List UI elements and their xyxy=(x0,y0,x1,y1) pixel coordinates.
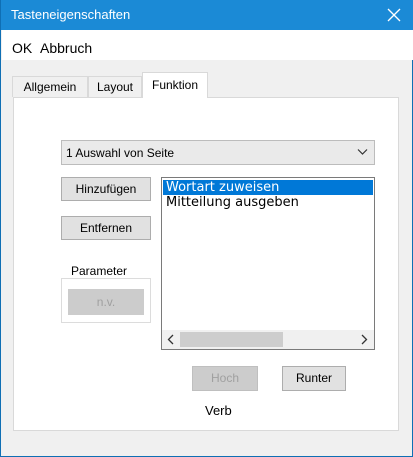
scrollbar-thumb[interactable] xyxy=(180,332,283,347)
menu-ok[interactable]: OK xyxy=(12,40,32,56)
parameter-group-label: Parameter xyxy=(69,264,130,278)
menu-bar: OK Abbruch xyxy=(2,30,413,60)
list-item[interactable]: Mitteilung ausgeben xyxy=(163,195,373,210)
up-button[interactable]: Hoch xyxy=(192,366,258,391)
properties-dialog: Tasteneigenschaften OK Abbruch Allgemein… xyxy=(0,0,413,457)
action-list[interactable]: Wortart zuweisen Mitteilung ausgeben xyxy=(161,177,375,350)
tab-funktion[interactable]: Funktion xyxy=(142,72,208,98)
remove-button[interactable]: Entfernen xyxy=(61,216,151,240)
chevron-down-icon xyxy=(357,149,368,155)
chevron-left-icon[interactable] xyxy=(167,334,175,345)
close-icon xyxy=(387,8,401,22)
selection-combo[interactable]: 1 Auswahl von Seite xyxy=(61,140,375,165)
parameter-button[interactable]: n.v. xyxy=(68,289,144,315)
tab-allgemein[interactable]: Allgemein xyxy=(12,76,88,97)
menu-cancel[interactable]: Abbruch xyxy=(40,40,92,56)
list-item[interactable]: Wortart zuweisen xyxy=(163,180,373,195)
tab-layout[interactable]: Layout xyxy=(88,76,142,97)
window-title: Tasteneigenschaften xyxy=(11,7,131,22)
title-bar: Tasteneigenschaften xyxy=(1,0,413,30)
close-button[interactable] xyxy=(374,0,413,30)
chevron-right-icon[interactable] xyxy=(360,334,368,345)
add-button[interactable]: Hinzufügen xyxy=(61,177,151,201)
horizontal-scrollbar[interactable] xyxy=(162,330,374,349)
detail-label: Verb xyxy=(205,403,232,418)
down-button[interactable]: Runter xyxy=(282,366,346,391)
selection-combo-value: 1 Auswahl von Seite xyxy=(66,146,175,160)
